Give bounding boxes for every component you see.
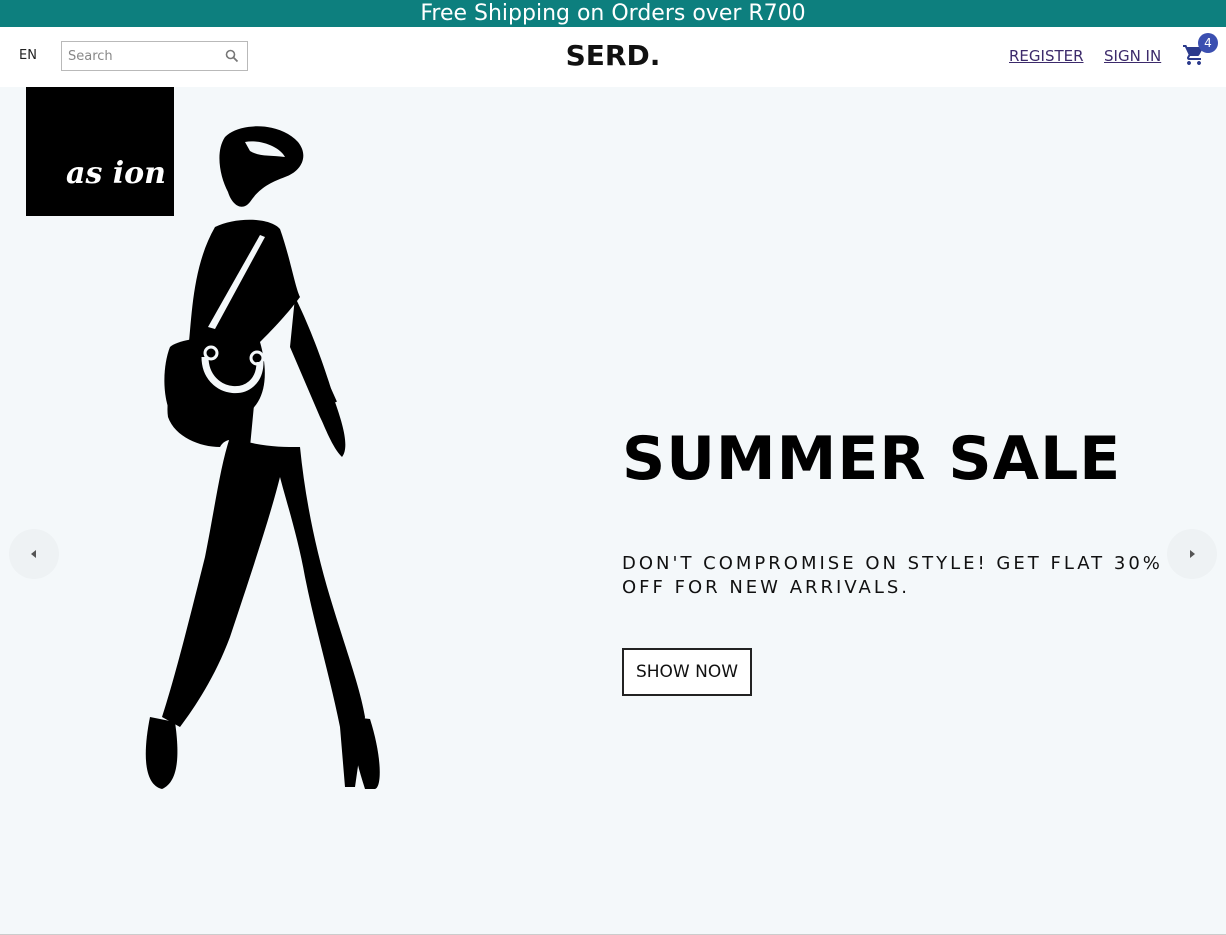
site-header: EN SERD. REGISTER SIGN IN 4 xyxy=(0,27,1226,87)
register-link[interactable]: REGISTER xyxy=(1009,47,1084,65)
search-icon[interactable] xyxy=(225,49,239,63)
sign-in-link[interactable]: SIGN IN xyxy=(1104,47,1161,65)
search-input[interactable] xyxy=(62,42,212,70)
next-slide-button[interactable] xyxy=(1167,529,1217,579)
arrow-left-icon xyxy=(31,550,36,558)
promo-bar: Free Shipping on Orders over R700 xyxy=(0,0,1226,27)
hero-title: SUMMER SALE xyxy=(622,424,1122,494)
search-box xyxy=(61,41,248,71)
prev-slide-button[interactable] xyxy=(9,529,59,579)
arrow-right-icon xyxy=(1190,550,1195,558)
logo-text[interactable]: SERD. xyxy=(566,39,661,72)
language-selector[interactable]: EN xyxy=(19,48,37,63)
cart-button[interactable]: 4 xyxy=(1182,33,1218,73)
cart-count-badge: 4 xyxy=(1198,33,1218,53)
hero-subtitle: DON'T COMPROMISE ON STYLE! GET FLAT 30% … xyxy=(622,553,1163,598)
promo-text: Free Shipping on Orders over R700 xyxy=(420,1,806,26)
hero-slider: as ion SUMMER SALE DON'T COMPROMISE ON S… xyxy=(0,87,1226,935)
show-now-button[interactable]: SHOW NOW xyxy=(622,648,752,696)
fashion-model-illustration xyxy=(145,126,380,789)
